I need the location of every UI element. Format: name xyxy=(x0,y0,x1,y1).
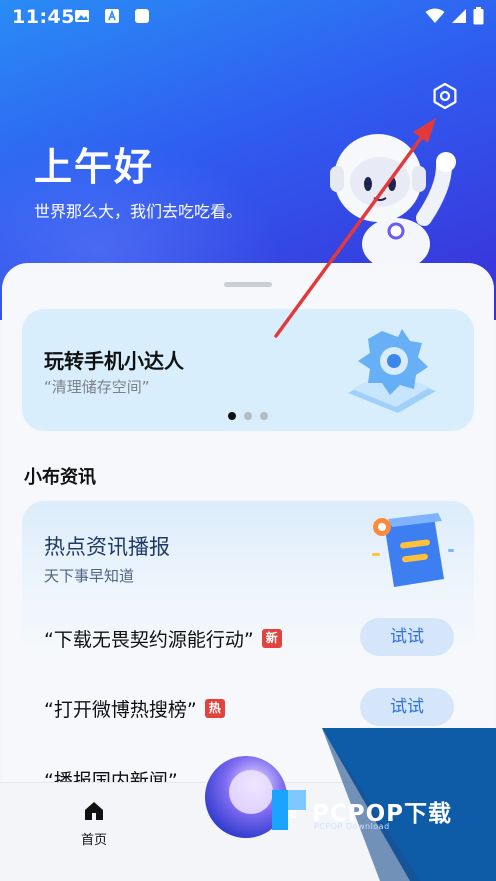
gallery-notification-icon xyxy=(75,10,89,22)
promo-banner[interactable]: 玩转手机小达人 “清理储存空间” xyxy=(22,309,474,431)
pagination-dot-1[interactable] xyxy=(228,412,236,420)
try-button[interactable]: 试试 xyxy=(360,688,454,726)
promo-title: 玩转手机小达人 xyxy=(44,349,184,373)
hot-badge: 热 xyxy=(204,699,225,718)
watermark-p-logo xyxy=(272,790,306,830)
news-scroll-illustration-icon xyxy=(372,513,454,587)
command-text: “打开微博热搜榜” 热 xyxy=(44,695,225,722)
sheet-drag-handle[interactable] xyxy=(224,282,272,287)
news-card: 热点资讯播报 天下事早知道 “下载无畏契约源能行动” 新 试试 “打开微博热搜榜… xyxy=(22,501,474,791)
news-subtitle: 天下事早知道 xyxy=(44,567,135,585)
tab-profile-label: 我的 xyxy=(389,833,416,848)
status-right xyxy=(425,7,484,25)
try-button[interactable]: 试试 xyxy=(360,618,454,656)
wifi-icon xyxy=(425,8,445,23)
signal-icon xyxy=(452,9,466,23)
promo-subtitle: “清理储存空间” xyxy=(44,378,150,396)
command-label: “下载无畏契约源能行动” xyxy=(44,629,254,651)
pagination-dot-3[interactable] xyxy=(260,412,268,420)
blank-notification-icon xyxy=(135,9,149,23)
app-store-notification-icon xyxy=(105,9,119,23)
home-icon xyxy=(85,802,103,820)
pagination-dot-2[interactable] xyxy=(244,412,252,420)
status-bar: 11:45 xyxy=(0,0,496,34)
command-row: “下载无畏契约源能行动” 新 试试 xyxy=(44,618,454,656)
settings-icon[interactable] xyxy=(430,81,460,111)
status-time: 11:45 xyxy=(12,6,75,28)
battery-icon xyxy=(473,7,484,25)
new-badge: 新 xyxy=(261,629,282,648)
command-text: “下载无畏契约源能行动” 新 xyxy=(44,625,282,652)
tab-home-label: 首页 xyxy=(80,833,107,848)
command-row: “打开微博热搜榜” 热 试试 xyxy=(44,688,454,726)
storage-cleanup-illustration-icon xyxy=(348,329,436,413)
news-title: 热点资讯播报 xyxy=(44,535,170,559)
greeting-title: 上午好 xyxy=(34,145,155,189)
banner-pagination xyxy=(228,412,268,420)
greeting-subtitle: 世界那么大，我们去吃吃看。 xyxy=(34,202,243,221)
robot-mascot-icon xyxy=(330,134,456,268)
watermark-sub-text: PCPOP Download xyxy=(314,822,390,831)
tab-home[interactable]: 首页 xyxy=(54,799,134,848)
command-label: “打开微博热搜榜” xyxy=(44,699,197,721)
section-title: 小布资讯 xyxy=(24,467,96,488)
